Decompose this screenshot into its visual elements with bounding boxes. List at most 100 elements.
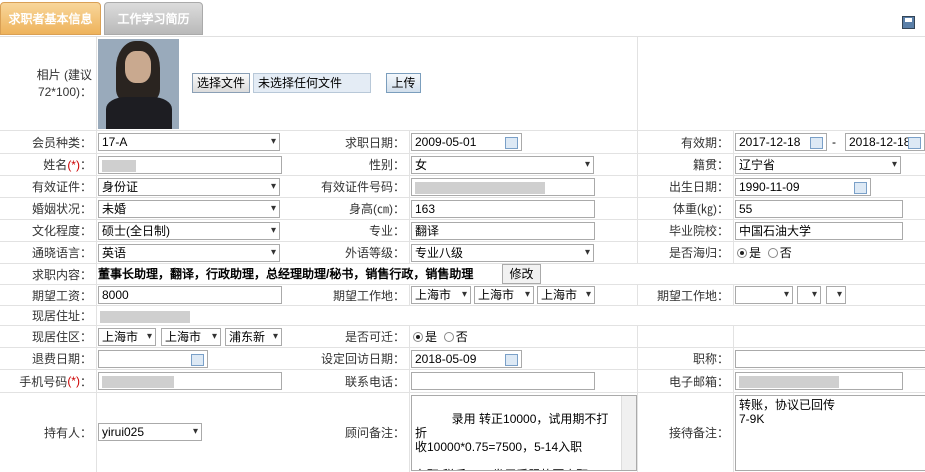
expected-location-2-label: 期望工作地： [656, 288, 729, 303]
exp-city-select[interactable]: 上海市 [474, 286, 534, 304]
choose-file-button[interactable]: 选择文件 [192, 73, 251, 93]
id-type-select[interactable]: 身份证 [98, 178, 280, 196]
area-district-select[interactable]: 浦东新 [225, 328, 282, 346]
gender-select[interactable]: 女 [411, 156, 594, 174]
consultant-note-label: 顾问备注： [344, 426, 405, 440]
row-marital: 婚姻状况： 未婚 身高(㎝)： 163 体重(㎏)： 55 [0, 198, 925, 220]
language-select[interactable]: 英语 [98, 244, 280, 262]
save-icon[interactable] [902, 16, 915, 29]
exp-district-select[interactable]: 上海市 [537, 286, 595, 304]
gender-label: 性别： [368, 158, 405, 172]
row-refund: 退费日期： 设定回访日期： 2018-05-09 职称： [0, 348, 925, 370]
tab-work-study-resume[interactable]: 工作学习简历 [104, 2, 203, 35]
overseas-label: 是否海归： [668, 246, 729, 260]
exp2-district-select[interactable] [826, 286, 846, 304]
relocate-no-label: 否 [455, 330, 468, 344]
overseas-no-label: 否 [779, 246, 792, 260]
relocate-yes-radio[interactable] [413, 332, 423, 342]
mobile-label-text: 手机号码 [19, 374, 68, 389]
note-scrollbar[interactable] [621, 396, 636, 470]
refund-date-field[interactable] [98, 350, 208, 368]
row-area: 现居住区： 上海市 上海市 浦东新 是否可迁： 是 否 [0, 326, 925, 348]
validity-to-field[interactable]: 2018-12-18 [845, 133, 925, 151]
row-job-content: 求职内容： 董事长助理，翻译，行政助理，总经理助理/秘书，销售行政，销售助理 修… [0, 264, 925, 285]
overseas-yes-label: 是 [749, 246, 762, 260]
salary-label: 期望工资： [31, 288, 92, 303]
apply-date-label: 求职日期： [344, 135, 405, 150]
id-number-field[interactable] [411, 178, 595, 196]
row-id: 有效证件： 身份证 有效证件号码： 出生日期： 1990-11-09 [0, 176, 925, 198]
job-content-label: 求职内容： [31, 267, 92, 282]
mobile-label-colon: ： [79, 374, 92, 389]
relocate-label: 是否可迁： [344, 330, 405, 344]
reception-note-textarea[interactable]: 转账，协议已回传 7-9K [735, 395, 925, 471]
overseas-no-radio[interactable] [767, 248, 778, 258]
area-province-select[interactable]: 上海市 [98, 328, 156, 346]
title-label: 职称： [692, 352, 729, 366]
photo-row: 相片 (建议72*100)： 选择文件 未选择任何文件 上传 [0, 37, 925, 131]
overseas-yes-radio[interactable] [737, 248, 747, 258]
name-label-text: 姓名 [43, 158, 68, 172]
exp2-city-select[interactable] [797, 286, 821, 304]
id-number-label: 有效证件号码： [320, 180, 405, 194]
name-field[interactable] [98, 156, 282, 174]
education-select[interactable]: 硕士(全日制) [98, 222, 280, 240]
school-label: 毕业院校： [668, 224, 729, 238]
address-value [100, 307, 190, 325]
relocate-no-radio[interactable] [443, 332, 454, 342]
phone-field[interactable] [411, 372, 595, 390]
file-status: 未选择任何文件 [253, 73, 371, 93]
tab-bar: 求职者基本信息 工作学习简历 [0, 0, 925, 37]
name-label-colon: ： [79, 158, 92, 172]
native-select[interactable]: 辽宁省 [735, 156, 901, 174]
refund-date-label: 退费日期： [31, 352, 92, 366]
mobile-field[interactable] [98, 372, 282, 390]
salary-field[interactable]: 8000 [98, 286, 282, 304]
expected-location-label: 期望工作地： [332, 288, 405, 303]
validity-from-field[interactable]: 2017-12-18 [735, 133, 827, 151]
validity-separator: - [832, 135, 836, 149]
required-mark: (*) [67, 374, 80, 388]
birth-date-field[interactable]: 1990-11-09 [735, 178, 871, 196]
consultant-note-textarea[interactable]: 录用 转正10000，试用期不打折 收10000*0.75=7500，5-14入… [411, 395, 637, 471]
revisit-date-field[interactable]: 2018-05-09 [411, 350, 522, 368]
major-field[interactable]: 翻译 [411, 222, 595, 240]
photo-label: 相片 (建议72*100)： [36, 67, 92, 99]
relocate-radio-group: 是 否 [413, 328, 468, 346]
name-label: 姓名 (*)： [0, 154, 96, 175]
exp2-province-select[interactable] [735, 286, 793, 304]
weight-field[interactable]: 55 [735, 200, 903, 218]
owner-label: 持有人： [43, 426, 92, 440]
member-type-label: 会员种类： [31, 135, 92, 150]
address-label: 现居住址： [31, 309, 92, 323]
required-mark: (*) [67, 157, 80, 172]
title-field[interactable] [735, 350, 925, 368]
member-type-select[interactable]: 17-A [98, 133, 280, 151]
row-notes: 持有人： yirui025 顾问备注： 录用 转正10000，试用期不打折 收1… [0, 393, 925, 472]
row-salary: 期望工资： 8000 期望工作地： 上海市 上海市 上海市 期望工作地： [0, 285, 925, 306]
major-label: 专业： [368, 224, 405, 238]
school-field[interactable]: 中国石油大学 [735, 222, 903, 240]
row-contact: 手机号码 (*)： 联系电话： 电子邮箱： [0, 370, 925, 393]
apply-date-field[interactable]: 2009-05-01 [411, 133, 522, 151]
email-field[interactable] [735, 372, 903, 390]
overseas-radio-group: 是 否 [737, 244, 792, 262]
marital-select[interactable]: 未婚 [98, 200, 280, 218]
lang-level-select[interactable]: 专业八级 [411, 244, 594, 262]
row-language: 通晓语言： 英语 外语等级： 专业八级 是否海归： 是 否 [0, 242, 925, 264]
owner-select[interactable]: yirui025 [98, 423, 202, 441]
row-name: 姓名(*)： 性别： 女 籍贯： 辽宁省 [0, 154, 925, 176]
height-field[interactable]: 163 [411, 200, 595, 218]
edit-job-content-button[interactable]: 修改 [502, 264, 541, 284]
row-education: 文化程度： 硕士(全日制) 专业： 翻译 毕业院校： 中国石油大学 [0, 220, 925, 242]
applicant-photo [98, 39, 179, 129]
marital-label: 婚姻状况： [31, 202, 92, 216]
exp-province-select[interactable]: 上海市 [411, 286, 471, 304]
row-member-type: 会员种类： 17-A 求职日期： 2009-05-01 有效期： 2017-12… [0, 131, 925, 154]
area-city-select[interactable]: 上海市 [161, 328, 221, 346]
upload-button[interactable]: 上传 [386, 73, 421, 93]
education-label: 文化程度： [31, 224, 92, 238]
email-label: 电子邮箱： [668, 374, 729, 389]
tab-basic-info[interactable]: 求职者基本信息 [0, 2, 101, 35]
revisit-date-label: 设定回访日期： [320, 352, 405, 366]
